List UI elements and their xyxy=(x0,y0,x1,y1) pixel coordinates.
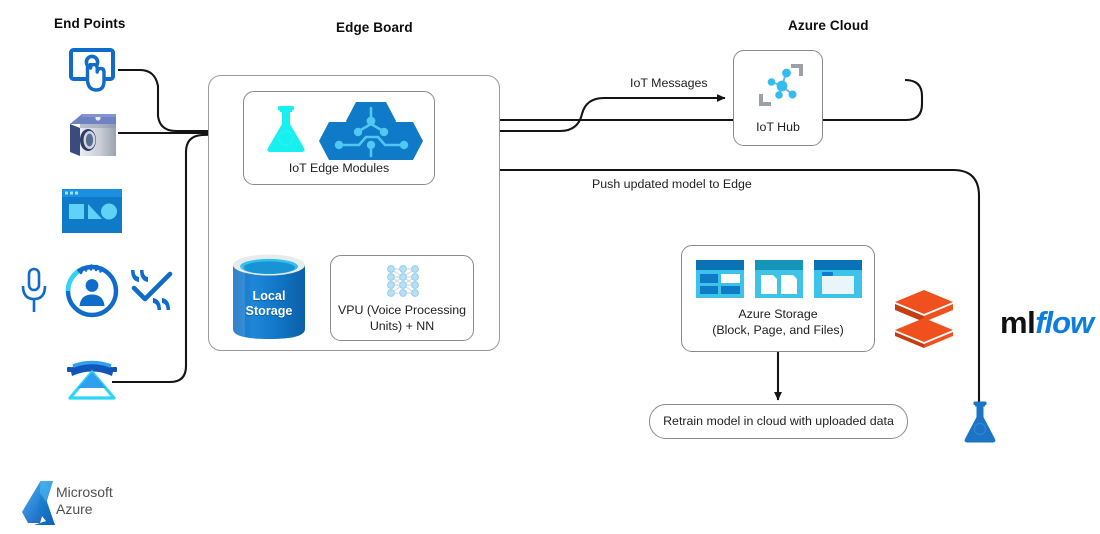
local-storage-cylinder[interactable]: Local Storage xyxy=(231,253,307,341)
trained-model-flask-icon xyxy=(960,400,1000,446)
brand-azure: Azure xyxy=(56,500,93,517)
vpu-box[interactable]: VPU (Voice Processing Units) + NN xyxy=(330,255,474,341)
vpu-label: VPU (Voice Processing Units) + NN xyxy=(337,303,467,334)
mlflow-ml-text: ml xyxy=(1000,305,1036,340)
iot-edge-hexagons-icon xyxy=(316,100,426,162)
display-media-icon xyxy=(62,189,122,233)
local-storage-label: Local Storage xyxy=(245,289,293,319)
azure-storage-icons xyxy=(696,260,862,300)
speaker-recognition-icon xyxy=(64,263,120,319)
iot-messages-label: IoT Messages xyxy=(630,76,708,90)
iot-hub-box[interactable]: IoT Hub xyxy=(733,50,823,146)
databricks-logo xyxy=(893,288,955,350)
architecture-diagram: End Points Edge Board Azure Cloud IoT Ed… xyxy=(0,0,1100,534)
microsoft-azure-logo-mark xyxy=(22,481,55,525)
edge-flask-icon xyxy=(258,104,314,156)
iot-hub-label: IoT Hub xyxy=(756,119,800,134)
camera-icon xyxy=(66,108,120,160)
iot-hub-icon xyxy=(757,62,805,108)
page-storage-icon xyxy=(755,260,803,298)
push-model-label: Push updated model to Edge xyxy=(592,177,752,191)
header-end-points: End Points xyxy=(54,16,126,31)
brand-microsoft: Microsoft xyxy=(56,484,113,500)
iot-edge-modules-box[interactable]: IoT Edge Modules xyxy=(243,91,435,185)
retrain-model-box[interactable]: Retrain model in cloud with uploaded dat… xyxy=(649,404,908,439)
header-azure-cloud: Azure Cloud xyxy=(788,18,869,33)
audio-speaker-icon xyxy=(62,358,122,404)
microsoft-azure-logo-text: Microsoft Azure xyxy=(56,484,113,517)
mlflow-flow-text: flow xyxy=(1035,305,1094,340)
files-storage-icon xyxy=(814,260,862,298)
azure-storage-label: Azure Storage (Block, Page, and Files) xyxy=(712,307,844,338)
mlflow-logo: mlflow xyxy=(1000,305,1094,341)
microphone-icon xyxy=(18,266,50,316)
block-storage-icon xyxy=(696,260,744,298)
header-edge-board: Edge Board xyxy=(336,20,413,35)
azure-storage-box[interactable]: Azure Storage (Block, Page, and Files) xyxy=(681,245,875,352)
speech-to-text-icon xyxy=(129,266,181,314)
retrain-model-label: Retrain model in cloud with uploaded dat… xyxy=(663,414,894,429)
touchscreen-icon xyxy=(66,46,120,94)
iot-edge-modules-label: IoT Edge Modules xyxy=(288,160,390,175)
neural-network-icon xyxy=(381,262,425,300)
